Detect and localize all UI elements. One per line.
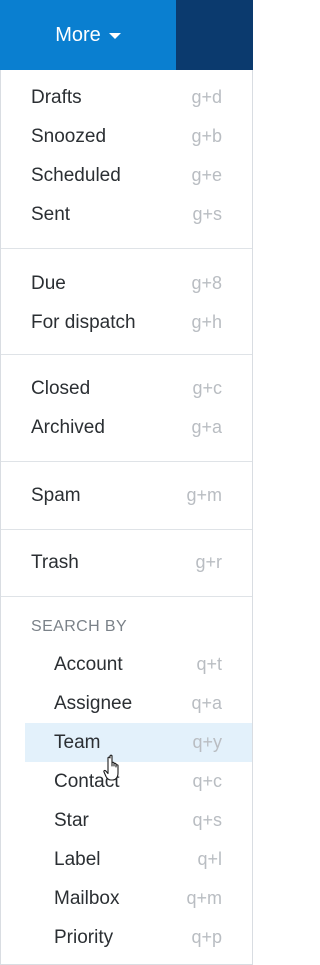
menu-item-trash[interactable]: Trash g+r [1, 543, 252, 582]
menu-group-search-by: Account q+t Assignee q+a Team q+y Contac… [1, 645, 252, 957]
menu-item-due[interactable]: Due g+8 [1, 264, 252, 303]
menu-item-shortcut: q+c [192, 771, 222, 791]
caret-down-icon [108, 33, 121, 39]
menu-item-shortcut: q+p [191, 927, 222, 947]
menu-group-trash: Trash g+r [1, 543, 252, 582]
menu-item-label: Mailbox [54, 887, 120, 909]
menu-item-label: Drafts [31, 86, 82, 108]
menu-item-closed[interactable]: Closed g+c [1, 369, 252, 408]
menu-divider [1, 354, 252, 355]
menu-item-shortcut: g+e [191, 165, 222, 185]
menu-item-label: Closed [31, 377, 91, 399]
menu-item-label: For dispatch [31, 311, 136, 333]
more-button[interactable]: More [0, 0, 176, 70]
menu-item-label: Archived [31, 416, 105, 438]
menu-item-label: Star [54, 809, 89, 831]
menu-item-spam[interactable]: Spam g+m [1, 476, 252, 515]
menu-item-shortcut: q+y [192, 732, 222, 752]
menu-item-shortcut: q+t [196, 654, 222, 674]
menu-divider [1, 529, 252, 530]
menu-item-shortcut: q+s [192, 810, 222, 830]
menu-item-shortcut: g+a [191, 417, 222, 437]
menu-item-label: Contact [54, 770, 120, 792]
menu-item-label: Label [54, 848, 101, 870]
search-by-assignee[interactable]: Assignee q+a [1, 684, 252, 723]
menu-item-for-dispatch[interactable]: For dispatch g+h [1, 303, 252, 342]
menu-item-shortcut: g+b [191, 126, 222, 146]
menu-item-label: Account [54, 653, 123, 675]
menu-item-label: Scheduled [31, 164, 121, 186]
menu-item-shortcut: g+m [186, 485, 222, 505]
search-by-contact[interactable]: Contact q+c [1, 762, 252, 801]
search-by-priority[interactable]: Priority q+p [1, 918, 252, 957]
menu-item-shortcut: q+a [191, 693, 222, 713]
more-button-label: More [55, 23, 101, 46]
menu-item-shortcut: g+s [192, 204, 222, 224]
menu-item-snoozed[interactable]: Snoozed g+b [1, 117, 252, 156]
search-by-mailbox[interactable]: Mailbox q+m [1, 879, 252, 918]
more-dropdown-menu: Drafts g+d Snoozed g+b Scheduled g+e Sen… [0, 70, 253, 965]
menu-item-label: Spam [31, 484, 81, 506]
menu-item-sent[interactable]: Sent g+s [1, 195, 252, 234]
menu-divider [1, 596, 252, 597]
search-by-heading: SEARCH BY [31, 618, 128, 635]
menu-item-label: Team [54, 731, 101, 753]
menu-item-shortcut: q+m [186, 888, 222, 908]
menu-group-spam: Spam g+m [1, 476, 252, 515]
menu-item-label: Sent [31, 203, 71, 225]
menu-item-shortcut: g+c [192, 378, 222, 398]
menu-item-label: Trash [31, 551, 79, 573]
menu-item-label: Assignee [54, 692, 133, 714]
menu-item-drafts[interactable]: Drafts g+d [1, 78, 252, 117]
search-by-label[interactable]: Label q+l [1, 840, 252, 879]
menu-item-shortcut: g+8 [191, 273, 222, 293]
menu-group-due: Due g+8 For dispatch g+h [1, 264, 252, 342]
search-by-account[interactable]: Account q+t [1, 645, 252, 684]
menu-item-label: Due [31, 272, 66, 294]
menu-item-shortcut: q+l [197, 849, 222, 869]
menu-item-label: Snoozed [31, 125, 107, 147]
search-by-team[interactable]: Team q+y [25, 723, 252, 762]
menu-item-archived[interactable]: Archived g+a [1, 408, 252, 447]
header: More [0, 0, 253, 70]
menu-group-closed: Closed g+c Archived g+a [1, 369, 252, 447]
menu-divider [1, 248, 252, 249]
menu-item-shortcut: g+d [191, 87, 222, 107]
menu-group-folders: Drafts g+d Snoozed g+b Scheduled g+e Sen… [1, 78, 252, 234]
header-dark-block [176, 0, 253, 70]
search-by-star[interactable]: Star q+s [1, 801, 252, 840]
menu-item-shortcut: g+r [195, 552, 222, 572]
menu-item-label: Priority [54, 926, 114, 948]
menu-item-shortcut: g+h [191, 312, 222, 332]
menu-item-scheduled[interactable]: Scheduled g+e [1, 156, 252, 195]
menu-divider [1, 461, 252, 462]
